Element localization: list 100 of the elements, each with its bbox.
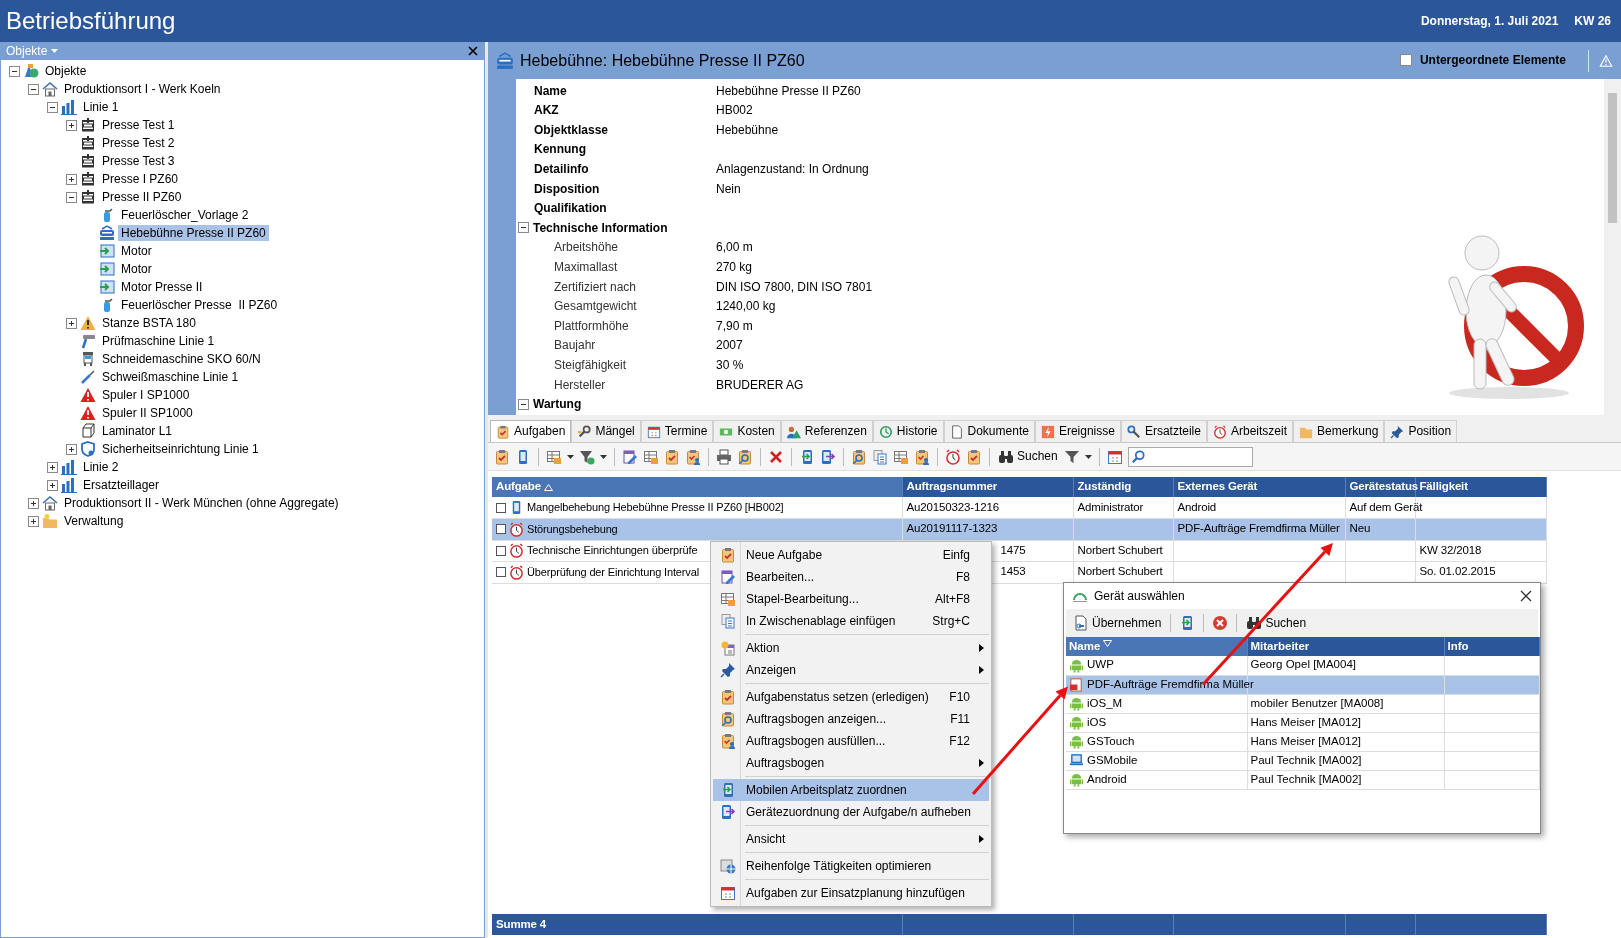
tree-item[interactable]: Laminator L1 <box>99 422 176 440</box>
tree-item[interactable]: Motor <box>118 242 155 260</box>
tree-item[interactable]: Presse I PZ60 <box>99 170 182 188</box>
menu-item[interactable]: Reihenfolge Tätigkeiten optimieren <box>713 855 989 877</box>
checkbox[interactable] <box>496 524 506 535</box>
column-header[interactable]: Externes Gerät <box>1173 477 1345 497</box>
caret-icon[interactable] <box>567 454 574 459</box>
tab[interactable]: Kosten <box>713 420 781 442</box>
close-icon[interactable] <box>1520 590 1532 602</box>
scrollbar[interactable] <box>1604 79 1621 415</box>
menu-item[interactable]: Aufgaben zur Einsatzplanung hinzufügen <box>713 882 989 904</box>
clipboard-icon[interactable] <box>664 448 680 465</box>
expand-toggle[interactable] <box>66 119 77 131</box>
menu-item[interactable]: Bearbeiten... F8 <box>713 566 989 588</box>
checkbox[interactable] <box>1399 54 1412 67</box>
tab[interactable]: Aufgaben <box>490 420 572 442</box>
menu-item[interactable]: Neue Aufgabe Einfg <box>713 544 989 566</box>
tab[interactable]: Referenzen <box>780 420 873 442</box>
toolbar-button[interactable]: Übernehmen <box>1072 614 1163 632</box>
clipboard-search-icon[interactable] <box>851 448 867 465</box>
checkbox[interactable] <box>496 567 506 578</box>
menu-item[interactable]: Auftragsbogen anzeigen... F11 <box>713 708 989 730</box>
tab[interactable]: Ersatzteile <box>1120 420 1207 442</box>
tree-item[interactable]: Produktionsort II - Werk München (ohne Aggregate) <box>61 494 342 512</box>
tree-item[interactable]: Ersatzteillager <box>80 476 163 494</box>
delete-icon[interactable] <box>768 448 784 465</box>
table-icon[interactable] <box>893 448 909 465</box>
alarm-clock-icon[interactable] <box>945 448 961 465</box>
tab[interactable]: Dokumente <box>943 420 1035 442</box>
edit-icon[interactable] <box>622 448 638 465</box>
table-cell[interactable]: iOS <box>1087 715 1107 730</box>
menu-item[interactable]: Stapel-Bearbeitung... Alt+F8 <box>713 588 989 610</box>
tab[interactable]: Mängel <box>571 420 641 442</box>
collapse-toggle[interactable] <box>66 191 77 203</box>
clipboard-user-icon[interactable] <box>914 448 930 465</box>
collapse-toggle[interactable] <box>28 83 39 95</box>
close-icon[interactable] <box>468 46 478 56</box>
tree-item[interactable]: Linie 2 <box>80 458 122 476</box>
clipboard-icon[interactable] <box>494 448 510 465</box>
phone-arrow-icon[interactable] <box>820 448 836 465</box>
expand-toggle[interactable] <box>66 173 77 185</box>
clipboard-icon[interactable] <box>966 448 982 465</box>
table-icon[interactable] <box>643 448 659 465</box>
tree-item[interactable]: Presse Test 2 <box>99 134 178 152</box>
tree-item[interactable]: Motor <box>118 260 155 278</box>
filter-icon[interactable] <box>579 448 595 465</box>
expand-toggle[interactable] <box>47 461 58 473</box>
tree-item[interactable]: Produktionsort I - Werk Koeln <box>61 80 224 98</box>
cancel-icon[interactable] <box>1212 615 1229 631</box>
column-header[interactable]: Auftragsnummer <box>902 477 1073 497</box>
collapse-toggle[interactable] <box>518 222 529 234</box>
search-field[interactable] <box>1127 446 1253 467</box>
tree-item[interactable]: Stanze BSTA 180 <box>99 314 199 332</box>
clipboard-user-icon[interactable] <box>685 448 701 465</box>
menu-item[interactable]: Gerätezuordnung der Aufgabe/n aufheben <box>713 801 989 823</box>
warning-icon[interactable] <box>1599 53 1613 68</box>
expand-toggle[interactable] <box>47 479 58 491</box>
tree-item[interactable]: Spuler II SP1000 <box>99 404 196 422</box>
column-header[interactable]: Info <box>1444 637 1539 656</box>
menu-item[interactable]: Ansicht <box>713 828 989 850</box>
table-cell[interactable]: GSTouch <box>1087 734 1135 749</box>
tree-item[interactable]: Objekte <box>42 62 90 80</box>
table-cell[interactable]: GSMobile <box>1087 753 1138 768</box>
copy-icon[interactable] <box>872 448 888 465</box>
collapse-toggle[interactable] <box>9 65 20 77</box>
table-cell[interactable]: PDF-Aufträge Fremdfirma Müller <box>1087 677 1254 692</box>
collapse-toggle[interactable] <box>518 398 529 410</box>
printer-icon[interactable] <box>716 448 732 465</box>
tree-item[interactable]: Feuerlöscher_Vorlage 2 <box>118 206 252 224</box>
tab[interactable]: Ereignisse <box>1034 420 1121 442</box>
tree-item[interactable]: Schweißmaschine Linie 1 <box>99 368 242 386</box>
table-cell[interactable]: Android <box>1087 772 1127 787</box>
menu-item[interactable]: Aktion <box>713 637 989 659</box>
column-header[interactable]: Mitarbeiter <box>1247 637 1444 656</box>
caret-icon[interactable] <box>1084 454 1092 459</box>
checkbox[interactable] <box>496 502 506 513</box>
collapse-toggle[interactable] <box>47 101 58 113</box>
tree-item[interactable]: Hebebühne Presse II PZ60 <box>118 224 269 242</box>
toolbar-button[interactable]: Suchen <box>1245 614 1308 632</box>
expand-toggle[interactable] <box>66 443 77 455</box>
search-button[interactable]: Suchen <box>997 447 1059 466</box>
column-header[interactable]: Name <box>1066 637 1247 656</box>
menu-item[interactable]: Aufgabenstatus setzen (erledigen) F10 <box>713 686 989 708</box>
column-header[interactable]: Zuständig <box>1073 477 1173 497</box>
menu-item[interactable]: Auftragsbogen ausfüllen... F12 <box>713 730 989 752</box>
table-icon[interactable] <box>546 448 562 465</box>
menu-item[interactable]: Auftragsbogen <box>713 752 989 774</box>
checkbox[interactable] <box>496 545 506 556</box>
tree-item[interactable]: Spuler I SP1000 <box>99 386 193 404</box>
expand-toggle[interactable] <box>66 317 77 329</box>
menu-item[interactable]: Mobilen Arbeitsplatz zuordnen <box>713 779 989 801</box>
calendar-icon[interactable] <box>1106 448 1123 465</box>
tree-item[interactable]: Linie 1 <box>80 98 122 116</box>
tree-item[interactable]: Schneidemaschine SKO 60/N <box>99 350 264 368</box>
tree-item[interactable]: Verwaltung <box>61 512 127 530</box>
caret-icon[interactable] <box>600 454 607 459</box>
menu-item[interactable]: Anzeigen <box>713 659 989 681</box>
clipboard-search-icon[interactable] <box>737 448 753 465</box>
tree-item[interactable]: Prüfmaschine Linie 1 <box>99 332 218 350</box>
tree-item[interactable]: Presse Test 1 <box>99 116 178 134</box>
